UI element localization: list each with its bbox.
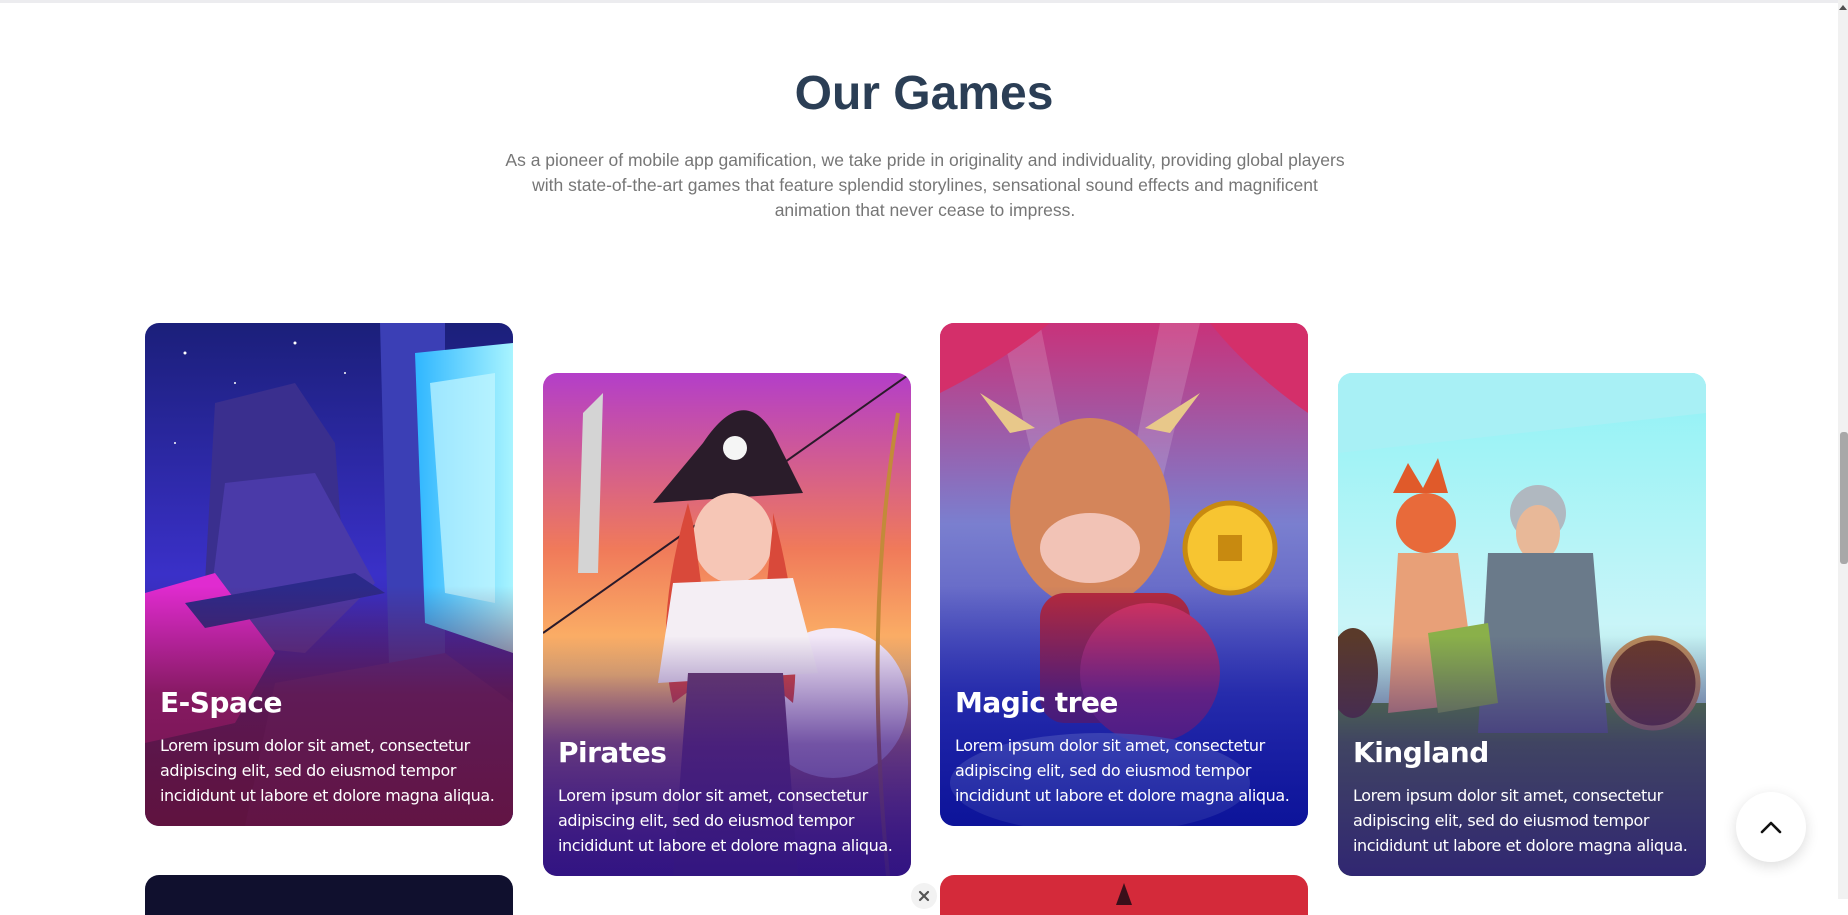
section-description: As a pioneer of mobile app gamification,… — [505, 150, 1345, 220]
game-title: E-Space — [160, 686, 282, 719]
game-card-next-row[interactable] — [940, 875, 1308, 915]
game-title: Pirates — [558, 736, 667, 769]
game-description: Lorem ipsum dolor sit amet, consectetur … — [955, 736, 1290, 805]
card-info: E-Space Lorem ipsum dolor sit amet, cons… — [160, 686, 503, 808]
back-to-top-button[interactable] — [1736, 792, 1806, 862]
card-info: Pirates Lorem ipsum dolor sit amet, cons… — [558, 736, 901, 858]
game-title: Kingland — [1353, 736, 1489, 769]
section-title: Our Games — [794, 67, 1054, 120]
game-card-pirates[interactable]: Pirates Lorem ipsum dolor sit amet, cons… — [543, 373, 911, 876]
game-title: Magic tree — [955, 686, 1118, 719]
game-description: Lorem ipsum dolor sit amet, consectetur … — [1353, 786, 1688, 855]
game-card-next-row[interactable] — [145, 875, 513, 915]
close-button[interactable] — [911, 883, 937, 909]
game-description: Lorem ipsum dolor sit amet, consectetur … — [558, 786, 893, 855]
card-info: Kingland Lorem ipsum dolor sit amet, con… — [1353, 736, 1696, 858]
scrollbar-thumb[interactable] — [1840, 432, 1848, 564]
card-info: Magic tree Lorem ipsum dolor sit amet, c… — [955, 686, 1298, 808]
chevron-up-icon — [1760, 821, 1782, 834]
game-card-e-space[interactable]: E-Space Lorem ipsum dolor sit amet, cons… — [145, 323, 513, 826]
game-card-kingland[interactable]: Kingland Lorem ipsum dolor sit amet, con… — [1338, 373, 1706, 876]
game-card-magic-tree[interactable]: Magic tree Lorem ipsum dolor sit amet, c… — [940, 323, 1308, 826]
close-icon — [918, 890, 930, 902]
card-art-peek — [1116, 883, 1132, 905]
game-description: Lorem ipsum dolor sit amet, consectetur … — [160, 736, 495, 805]
scroll-up-arrow-icon[interactable] — [1839, 4, 1847, 12]
top-divider — [0, 0, 1840, 3]
